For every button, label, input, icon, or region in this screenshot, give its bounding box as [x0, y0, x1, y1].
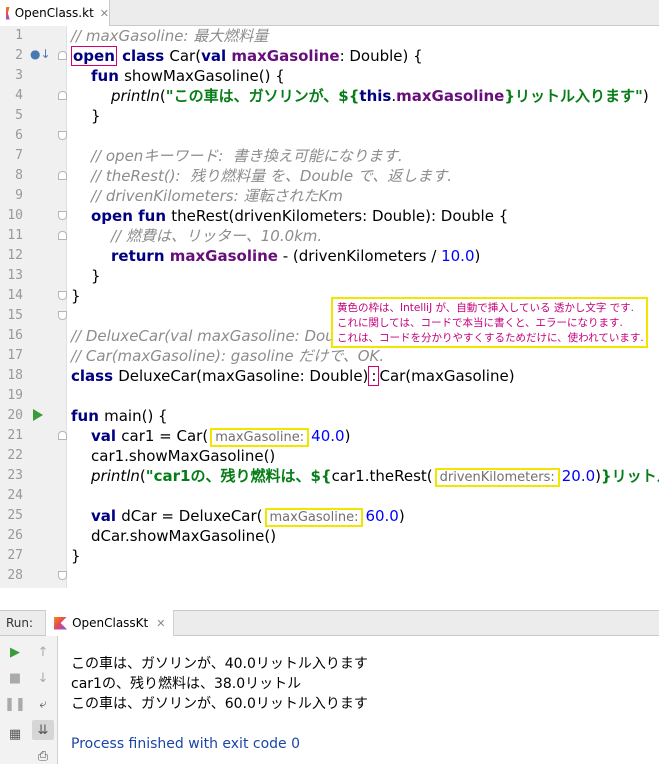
note-line-2: これに関しては、コードで本当に書くと、エラーになります. [337, 317, 623, 329]
line-number: 11 [7, 228, 23, 243]
close-icon[interactable]: ✕ [100, 7, 109, 20]
code-line-25: val dCar = DeluxeCar(maxGasoline: 60.0) [91, 507, 405, 527]
close-icon[interactable]: ✕ [156, 617, 165, 630]
console-line: この車は、ガソリンが、40.0リットル入ります [71, 656, 368, 672]
line-number: 27 [7, 548, 23, 563]
line-number: 10 [7, 208, 23, 223]
up-arrow-icon[interactable]: ↑ [32, 642, 54, 662]
line-number: 24 [7, 488, 23, 503]
line-number: 15 [7, 308, 23, 323]
annotation-note: 黄色の枠は、IntelliJ が、自動で挿入している 透かし文字 です. これに… [331, 297, 648, 348]
line-number: 7 [15, 148, 23, 163]
line-number: 12 [7, 248, 23, 263]
line-number: 21 [7, 428, 23, 443]
code-line-1: // maxGasoline: 最大燃料量 [71, 27, 269, 45]
fold-marker[interactable] [58, 571, 67, 580]
fold-marker[interactable] [58, 171, 67, 180]
code-line-17: // Car(maxGasoline): gasoline だけで、OK. [71, 347, 385, 365]
code-line-4: println("この車は、ガソリンが、${this.maxGasoline}リ… [111, 87, 649, 105]
line-number: 6 [15, 128, 23, 143]
scroll-to-end-icon[interactable]: ⇊ [32, 720, 54, 740]
colon-highlight: : [368, 366, 380, 386]
line-number: 1 [15, 28, 23, 43]
open-keyword-highlight: open [71, 46, 117, 66]
code-line-10: open fun theRest(drivenKilometers: Doubl… [91, 207, 509, 225]
run-label: Run: [6, 616, 34, 630]
line-number: 8 [15, 168, 23, 183]
line-number: 18 [7, 368, 23, 383]
editor-tab-bar: OpenClass.kt ✕ [0, 0, 659, 26]
code-line-3: fun showMaxGasoline() { [91, 67, 285, 85]
parameter-hint: maxGasoline: [264, 508, 364, 527]
note-line-3: これは、コードを分かりやすくするためだけに、使われています. [337, 332, 644, 344]
line-number: 19 [7, 388, 23, 403]
code-line-26: dCar.showMaxGasoline() [91, 527, 277, 545]
code-line-7: // openキーワード: 書き換え可能になります. [91, 147, 403, 165]
line-number: 28 [7, 568, 23, 583]
line-number: 23 [7, 468, 23, 483]
line-number: 4 [15, 88, 23, 103]
fold-marker[interactable] [58, 311, 67, 320]
kotlin-file-icon [6, 6, 10, 20]
run-main-icon[interactable] [33, 409, 43, 421]
run-tab-label: OpenClassKt [72, 616, 149, 630]
line-number: 2 [15, 48, 23, 63]
parameter-hint: drivenKilometers: [434, 468, 560, 487]
code-line-21: val car1 = Car(maxGasoline: 40.0) [91, 427, 351, 447]
line-number: 14 [7, 288, 23, 303]
code-line-2: open class Car(val maxGasoline: Double) … [71, 46, 423, 66]
code-line-9: // drivenKilometers: 運転されたKm [91, 187, 343, 205]
note-line-1: 黄色の枠は、IntelliJ が、自動で挿入している 透かし文字 です. [337, 302, 635, 314]
code-line-8: // theRest(): 残り燃料量 を、Double で、返します. [91, 167, 452, 185]
tab-label: OpenClass.kt [14, 6, 94, 20]
run-panel-header: Run: OpenClassKt ✕ [0, 610, 659, 636]
soft-wrap-icon[interactable]: ⤶ [32, 694, 54, 714]
tab-run-openclasskt[interactable]: OpenClassKt ✕ [45, 610, 175, 636]
code-line-22: car1.showMaxGasoline() [91, 447, 276, 465]
code-line-23: println("car1の、残り燃料は、${car1.theRest(driv… [91, 467, 659, 487]
line-number: 22 [7, 448, 23, 463]
line-number: 5 [15, 108, 23, 123]
console-line: car1の、残り燃料は、38.0リットル [71, 676, 302, 692]
line-number: 17 [7, 348, 23, 363]
fold-marker[interactable] [58, 431, 67, 440]
down-arrow-icon[interactable]: ↓ [32, 668, 54, 688]
line-number: 25 [7, 508, 23, 523]
fold-marker[interactable] [58, 211, 67, 220]
line-number: 16 [7, 328, 23, 343]
stop-icon[interactable]: ■ [4, 668, 26, 688]
tab-openclass-kt[interactable]: OpenClass.kt ✕ [0, 0, 110, 26]
fold-marker[interactable] [58, 231, 67, 240]
parameter-hint: maxGasoline: [210, 428, 310, 447]
line-number: 26 [7, 528, 23, 543]
code-line-14: } [71, 287, 81, 305]
line-number: 9 [15, 188, 23, 203]
fold-marker[interactable] [58, 291, 67, 300]
pause-icon[interactable]: ❚❚ [4, 694, 26, 714]
kotlin-run-icon [54, 616, 68, 630]
layout-icon[interactable]: ▦ [4, 724, 26, 744]
code-line-5: } [91, 107, 101, 125]
line-number: 13 [7, 268, 23, 283]
console-line: この車は、ガソリンが、60.0リットル入ります [71, 696, 368, 712]
run-toolbar: ▶ ↑ ■ ↓ ❚❚ ⤶ ▦ ⇊ ⎙ [0, 636, 58, 764]
overridden-marker-icon[interactable]: ●↓ [30, 47, 51, 61]
code-line-13: } [91, 267, 101, 285]
code-line-11: // 燃費は、リッター、10.0km. [111, 227, 323, 245]
gutter-divider [66, 26, 67, 588]
fold-marker[interactable] [58, 51, 67, 60]
process-finished-text: Process finished with exit code 0 [71, 736, 301, 752]
code-line-12: return maxGasoline - (drivenKilometers /… [111, 247, 481, 265]
code-line-27: } [71, 547, 81, 565]
rerun-icon[interactable]: ▶ [4, 642, 26, 662]
fold-marker[interactable] [58, 91, 67, 100]
line-number: 20 [7, 408, 23, 423]
line-number: 3 [15, 68, 23, 83]
fold-marker[interactable] [58, 131, 67, 140]
code-editor[interactable]: 1 2 3 4 5 6 7 8 9 10 11 12 13 14 15 16 17 18 19 20 21 22 23 24 2… [0, 26, 659, 588]
code-line-20: fun main() { [71, 407, 168, 425]
print-icon[interactable]: ⎙ [32, 746, 54, 764]
code-line-18: class DeluxeCar(maxGasoline: Double): Car… [71, 366, 515, 386]
